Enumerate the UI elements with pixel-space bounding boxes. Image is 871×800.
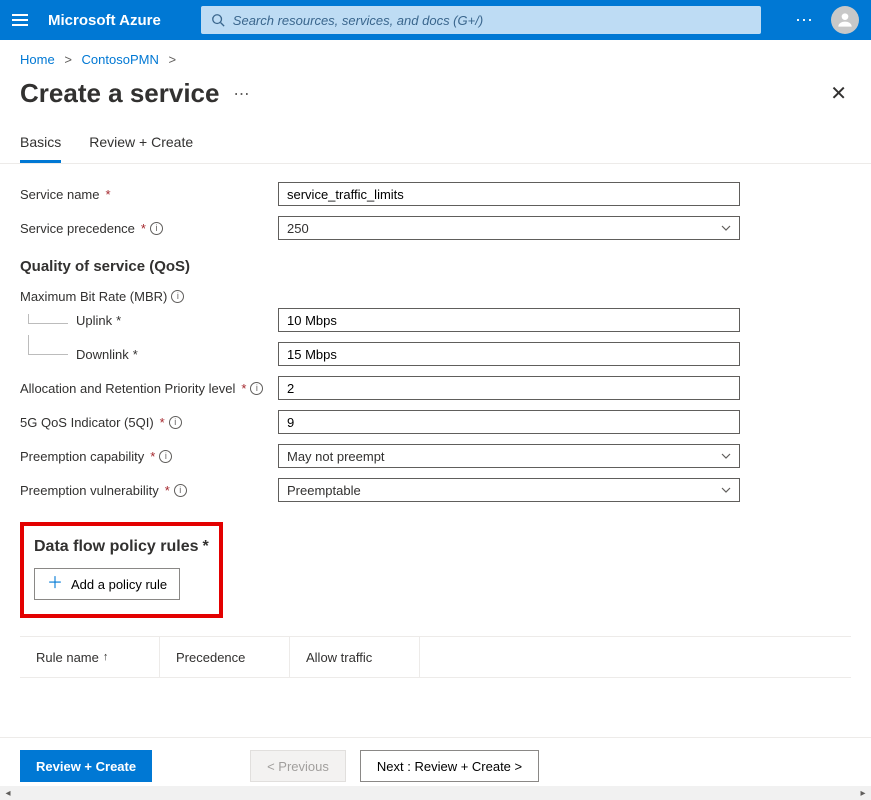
brand-label: Microsoft Azure bbox=[48, 12, 161, 29]
more-icon[interactable]: ⋯ bbox=[795, 10, 815, 31]
required-marker: * bbox=[241, 381, 246, 396]
required-marker: * bbox=[133, 347, 138, 362]
menu-icon[interactable] bbox=[12, 10, 32, 30]
uplink-input[interactable] bbox=[278, 308, 740, 332]
arp-input[interactable] bbox=[278, 376, 740, 400]
preempt-cap-value: May not preempt bbox=[287, 449, 385, 464]
chevron-down-icon bbox=[721, 451, 731, 461]
info-icon[interactable]: i bbox=[150, 222, 163, 235]
breadcrumb: Home > ContosoPMN > bbox=[0, 40, 871, 71]
service-name-label: Service name bbox=[20, 187, 99, 202]
more-actions-button[interactable]: ⋯ bbox=[233, 84, 251, 104]
chevron-right-icon: > bbox=[64, 52, 72, 67]
col-rule-name[interactable]: Rule name ↑ bbox=[20, 637, 160, 677]
form-area: Service name * Service precedence * i 25… bbox=[0, 164, 871, 678]
plus-icon: ＋ bbox=[47, 576, 63, 592]
mbr-label: Maximum Bit Rate (MBR) bbox=[20, 289, 167, 304]
previous-button: < Previous bbox=[250, 750, 346, 782]
footer-bar: Review + Create < Previous Next : Review… bbox=[0, 737, 871, 782]
top-bar: Microsoft Azure ⋯ bbox=[0, 0, 871, 40]
search-icon bbox=[211, 13, 225, 27]
tabs: Basics Review + Create bbox=[0, 126, 871, 164]
arp-label: Allocation and Retention Priority level bbox=[20, 381, 235, 396]
row-5qi: 5G QoS Indicator (5QI) * i bbox=[20, 410, 851, 434]
required-marker: * bbox=[150, 449, 155, 464]
downlink-label: Downlink bbox=[76, 347, 129, 362]
info-icon[interactable]: i bbox=[159, 450, 172, 463]
info-icon[interactable]: i bbox=[174, 484, 187, 497]
person-icon bbox=[835, 10, 855, 30]
row-service-precedence: Service precedence * i 250 bbox=[20, 216, 851, 240]
row-service-name: Service name * bbox=[20, 182, 851, 206]
tab-review-create[interactable]: Review + Create bbox=[89, 126, 193, 163]
row-mbr: Maximum Bit Rate (MBR) i bbox=[20, 289, 851, 304]
col-precedence[interactable]: Precedence bbox=[160, 637, 290, 677]
required-marker: * bbox=[165, 483, 170, 498]
preempt-vuln-value: Preemptable bbox=[287, 483, 361, 498]
fiveqi-label: 5G QoS Indicator (5QI) bbox=[20, 415, 154, 430]
info-icon[interactable]: i bbox=[250, 382, 263, 395]
breadcrumb-contosopmn[interactable]: ContosoPMN bbox=[82, 52, 159, 67]
preempt-cap-select[interactable]: May not preempt bbox=[278, 444, 740, 468]
service-precedence-select[interactable]: 250 bbox=[278, 216, 740, 240]
rules-table-header: Rule name ↑ Precedence Allow traffic bbox=[20, 636, 851, 678]
col-spacer bbox=[420, 637, 851, 677]
info-icon[interactable]: i bbox=[171, 290, 184, 303]
add-policy-rule-label: Add a policy rule bbox=[71, 577, 167, 592]
preempt-vuln-select[interactable]: Preemptable bbox=[278, 478, 740, 502]
user-avatar[interactable] bbox=[831, 6, 859, 34]
tab-basics[interactable]: Basics bbox=[20, 126, 61, 163]
scroll-left-icon[interactable]: ◂ bbox=[2, 787, 14, 799]
required-marker: * bbox=[116, 313, 121, 328]
page-title: Create a service bbox=[20, 78, 219, 109]
chevron-down-icon bbox=[721, 485, 731, 495]
row-uplink: Uplink * bbox=[20, 308, 851, 332]
chevron-right-icon: > bbox=[168, 52, 176, 67]
row-preempt-vuln: Preemption vulnerability * i Preemptable bbox=[20, 478, 851, 502]
breadcrumb-home[interactable]: Home bbox=[20, 52, 55, 67]
uplink-label: Uplink bbox=[76, 313, 112, 328]
dfpr-title: Data flow policy rules bbox=[34, 538, 198, 556]
required-marker: * bbox=[160, 415, 165, 430]
chevron-down-icon bbox=[721, 223, 731, 233]
fiveqi-input[interactable] bbox=[278, 410, 740, 434]
dfpr-highlight: Data flow policy rules * ＋ Add a policy … bbox=[20, 522, 223, 618]
service-precedence-value: 250 bbox=[287, 221, 309, 236]
review-create-button[interactable]: Review + Create bbox=[20, 750, 152, 782]
downlink-input[interactable] bbox=[278, 342, 740, 366]
required-marker: * bbox=[105, 187, 110, 202]
row-arp: Allocation and Retention Priority level … bbox=[20, 376, 851, 400]
preempt-cap-label: Preemption capability bbox=[20, 449, 144, 464]
preempt-vuln-label: Preemption vulnerability bbox=[20, 483, 159, 498]
search-input[interactable] bbox=[233, 13, 751, 28]
row-downlink: Downlink * bbox=[20, 342, 851, 366]
add-policy-rule-button[interactable]: ＋ Add a policy rule bbox=[34, 568, 180, 600]
scroll-right-icon[interactable]: ▸ bbox=[857, 787, 869, 799]
close-button[interactable]: ✕ bbox=[826, 77, 851, 110]
service-precedence-label: Service precedence bbox=[20, 221, 135, 236]
sort-ascending-icon: ↑ bbox=[103, 651, 109, 663]
required-marker: * bbox=[141, 221, 146, 236]
info-icon[interactable]: i bbox=[169, 416, 182, 429]
next-button[interactable]: Next : Review + Create > bbox=[360, 750, 539, 782]
horizontal-scrollbar[interactable]: ◂ ▸ bbox=[0, 786, 871, 800]
qos-section-header: Quality of service (QoS) bbox=[20, 258, 851, 275]
required-marker: * bbox=[202, 538, 208, 556]
page-header: Create a service ⋯ ✕ bbox=[0, 71, 871, 126]
global-search[interactable] bbox=[201, 6, 761, 34]
col-allow-traffic[interactable]: Allow traffic bbox=[290, 637, 420, 677]
service-name-input[interactable] bbox=[278, 182, 740, 206]
row-preempt-cap: Preemption capability * i May not preemp… bbox=[20, 444, 851, 468]
